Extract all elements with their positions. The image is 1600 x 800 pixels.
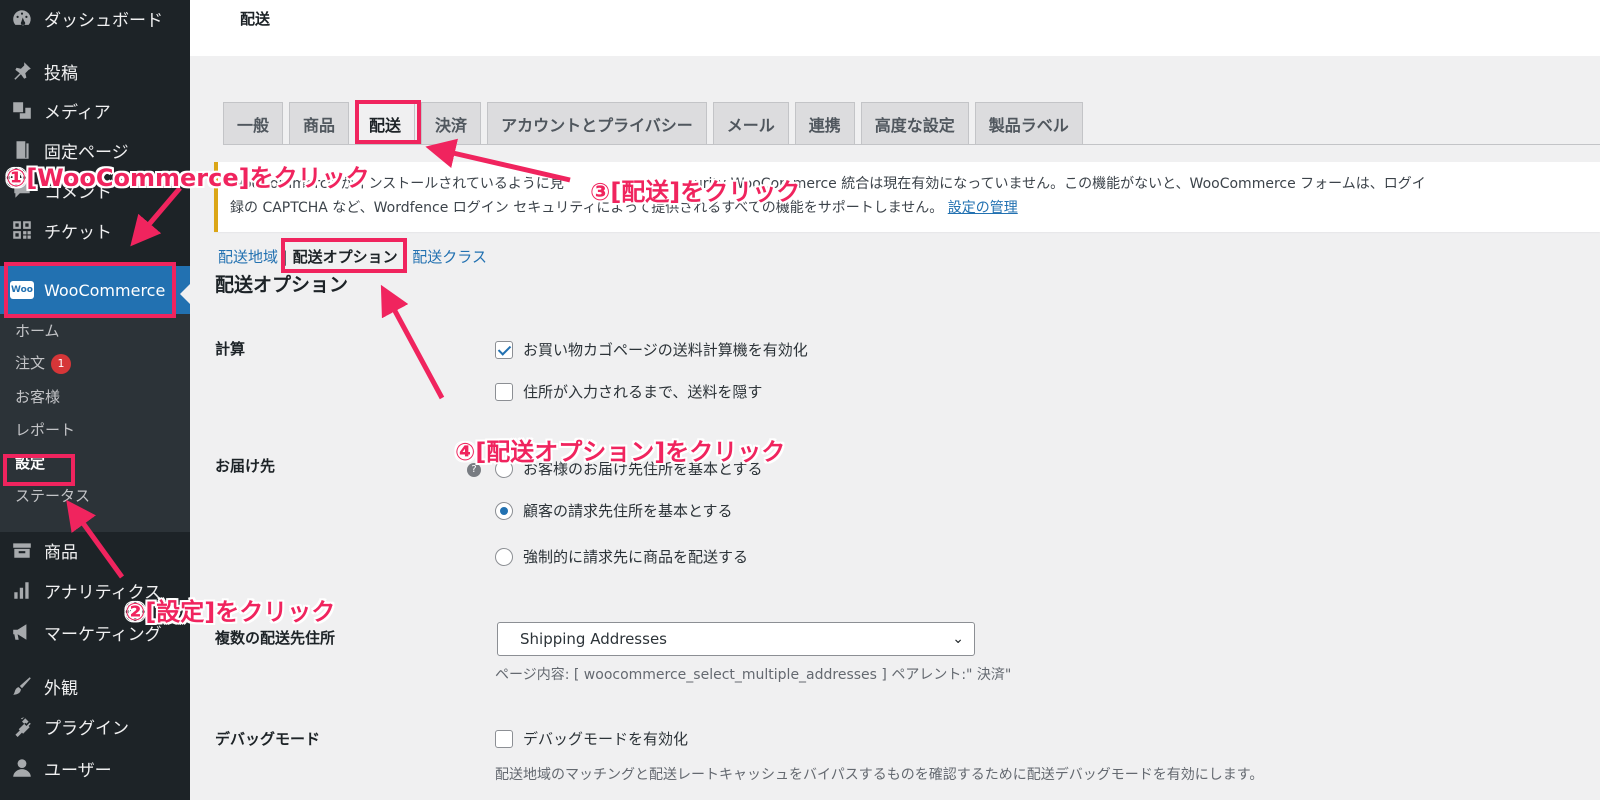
option-label: 強制的に請求先に商品を配送する — [523, 548, 749, 566]
settings-tabs: 一般 商品 配送 決済 アカウントとプライバシー メール 連携 高度な設定 製品… — [223, 102, 1089, 144]
admin-sidebar: ダッシュボード 投稿 メディア 固定ページ コメント チケット Woo WooC… — [0, 0, 190, 800]
menu-label: 外観 — [44, 678, 78, 699]
brush-icon — [10, 674, 34, 698]
highlight-shipping-options — [281, 238, 407, 273]
menu-label: 商品 — [44, 542, 78, 563]
calc-option-hide[interactable]: 住所が入力されるまで、送料を隠す — [495, 381, 762, 402]
plugin-icon — [10, 714, 34, 738]
multi-address-select[interactable]: Shipping Addresses ⌄ — [497, 622, 975, 656]
submenu-orders[interactable]: 注文 1 — [15, 352, 72, 374]
manage-settings-link[interactable]: 設定の管理 — [948, 200, 1018, 216]
menu-posts[interactable]: 投稿 — [0, 53, 190, 89]
menu-label: プラグイン — [44, 718, 129, 739]
submenu-customers[interactable]: お客様 — [15, 386, 60, 407]
megaphone-icon — [10, 620, 34, 644]
menu-products[interactable]: 商品 — [0, 532, 190, 568]
page-title: 配送 — [240, 10, 271, 28]
submenu-home[interactable]: ホーム — [15, 320, 60, 341]
page-header: 配送 — [190, 0, 1600, 56]
option-label: お買い物カゴページの送料計算機を有効化 — [523, 341, 808, 359]
annotation-step1: ①[WooCommerce]をクリック — [6, 164, 370, 192]
subnav-shipping-classes[interactable]: 配送クラス — [412, 248, 487, 266]
pin-icon — [10, 59, 34, 83]
destination-option-billing[interactable]: 顧客の請求先住所を基本とする — [495, 500, 733, 521]
debug-desc: 配送地域のマッチングと配送レートキャッシュをバイパスするものを確認するために配送… — [495, 767, 1264, 783]
tab-advanced[interactable]: 高度な設定 — [860, 102, 969, 144]
calc-option-enable[interactable]: お買い物カゴページの送料計算機を有効化 — [495, 339, 808, 360]
ship-to-billing-radio[interactable] — [495, 501, 513, 520]
menu-label: チケット — [44, 222, 112, 243]
tab-product-labels[interactable]: 製品ラベル — [974, 102, 1083, 144]
user-icon — [10, 756, 34, 780]
tab-email[interactable]: メール — [712, 102, 789, 144]
submenu-status[interactable]: ステータス — [15, 485, 90, 506]
menu-appearance[interactable]: 外観 — [0, 668, 190, 704]
menu-dashboard[interactable]: ダッシュボード — [0, 0, 190, 36]
tab-general[interactable]: 一般 — [223, 102, 284, 144]
menu-label: メディア — [44, 102, 111, 123]
dashboard-icon — [10, 6, 34, 30]
menu-media[interactable]: メディア — [0, 92, 190, 128]
debug-mode-checkbox[interactable] — [495, 729, 513, 748]
option-label: デバッグモードを有効化 — [523, 730, 689, 748]
analytics-icon — [10, 578, 34, 602]
section-title: 配送オプション — [215, 274, 349, 296]
menu-label: 投稿 — [44, 63, 78, 84]
tab-products[interactable]: 商品 — [289, 102, 350, 144]
menu-tickets[interactable]: チケット — [0, 212, 190, 248]
tab-payments[interactable]: 決済 — [421, 102, 482, 144]
current-menu-arrow — [180, 284, 190, 304]
highlight-shipping-tab — [355, 100, 421, 144]
option-label: 住所が入力されるまで、送料を隠す — [523, 383, 763, 401]
option-label: 顧客の請求先住所を基本とする — [523, 502, 733, 520]
highlight-woocommerce — [4, 262, 176, 318]
annotation-step3: ③[配送]をクリック — [590, 178, 801, 206]
notice-text-end: urity WooCommerce 統合は現在有効になっていません。この機能がな… — [693, 176, 1426, 192]
subnav-shipping-zones[interactable]: 配送地域 — [218, 248, 278, 266]
hide-shipping-checkbox[interactable] — [495, 382, 513, 401]
destination-label: お届け先 — [215, 457, 276, 475]
arrow-step4 — [380, 284, 445, 400]
tab-divider — [223, 144, 1600, 145]
submenu-reports[interactable]: レポート — [15, 419, 75, 440]
ticket-icon — [10, 218, 34, 242]
woocommerce-submenu: ホーム 注文 1 お客様 レポート 設定 ステータス — [0, 314, 190, 532]
force-billing-radio[interactable] — [495, 547, 513, 566]
highlight-settings — [3, 454, 75, 486]
debug-label: デバッグモード — [215, 730, 321, 748]
multi-address-desc: ページ内容: [ woocommerce_select_multiple_add… — [495, 667, 1012, 683]
select-value: Shipping Addresses — [520, 630, 667, 648]
product-icon — [10, 538, 34, 562]
annotation-step2: ②[設定]をクリック — [125, 598, 336, 626]
order-count-badge: 1 — [51, 353, 72, 374]
menu-plugins[interactable]: プラグイン — [0, 708, 190, 744]
chevron-down-icon: ⌄ — [952, 631, 964, 647]
calc-label: 計算 — [215, 340, 246, 358]
media-icon — [10, 98, 34, 122]
tab-integration[interactable]: 連携 — [794, 102, 855, 144]
debug-option[interactable]: デバッグモードを有効化 — [495, 728, 688, 749]
tab-accounts-privacy[interactable]: アカウントとプライバシー — [487, 102, 707, 144]
menu-label: ユーザー — [44, 760, 112, 781]
menu-users[interactable]: ユーザー — [0, 750, 190, 786]
annotation-step4: ④[配送オプション]をクリック — [455, 438, 786, 466]
menu-label: ダッシュボード — [44, 10, 163, 31]
destination-option-force-billing[interactable]: 強制的に請求先に商品を配送する — [495, 546, 748, 567]
enable-calculator-checkbox[interactable] — [495, 340, 513, 359]
wordfence-notice: WooCommerce がインストールされているように見 urity WooCom… — [214, 162, 1600, 232]
notice-text-line2: 録の CAPTCHA など、Wordfence ログイン セキュリティによって提… — [230, 200, 944, 216]
multi-address-label: 複数の配送先住所 — [215, 629, 336, 647]
